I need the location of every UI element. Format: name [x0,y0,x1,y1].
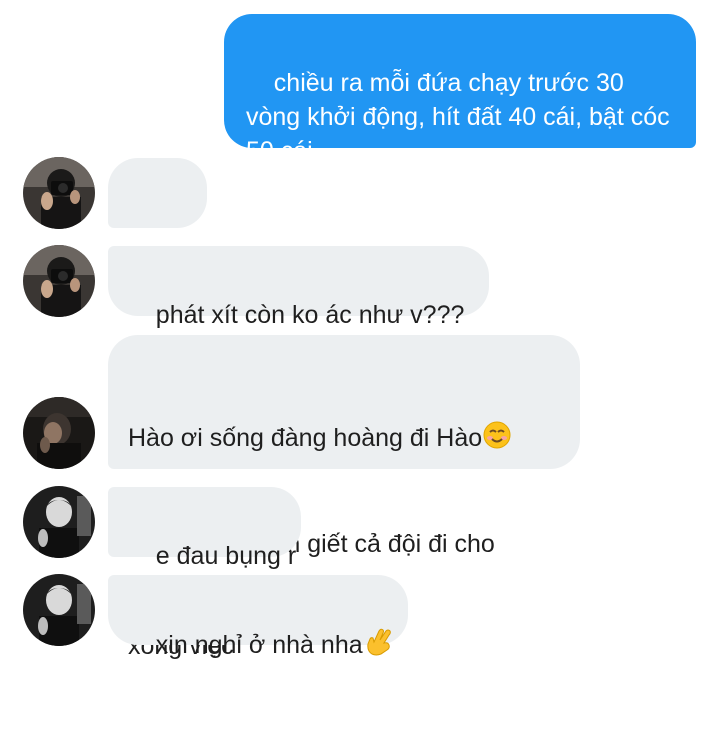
incoming-message-bubble[interactable]: xin nghỉ ở nhà nha [108,575,408,659]
incoming-message-line: Hào ơi sống đàng hoàng đi Hào [128,420,580,459]
incoming-message-bubble[interactable]: phát xít còn ko ác như v??? [108,246,489,329]
incoming-message-text: e đau bụng r [155,542,297,570]
camera-man-avatar[interactable] [23,245,95,317]
incoming-message-bubble[interactable]: Hào ơi sống đàng hoàng đi Hào dcmm thế t… [108,335,580,660]
crossed-fingers-emoji [363,627,393,666]
incoming-message-text: Hào ơi sống đàng hoàng đi Hào [128,424,483,452]
outgoing-message-bubble[interactable]: chiều ra mỗi đứa chạy trước 30 vòng khởi… [224,14,696,165]
chat-thread: chiều ra mỗi đứa chạy trước 30 vòng khởi… [0,0,718,660]
camera-man-avatar[interactable] [23,157,95,229]
smiling-face-emoji [482,420,512,459]
incoming-message-bubble[interactable]: ???? [108,158,207,275]
incoming-message-text: phát xít còn ko ác như v??? [155,301,465,329]
monochrome-man-avatar[interactable] [23,486,95,558]
monochrome-man-avatar[interactable] [23,574,95,646]
outgoing-message-text: chiều ra mỗi đứa chạy trước 30 vòng khởi… [246,69,677,165]
incoming-message-text: xin nghỉ ở nhà nha [155,631,363,659]
incoming-message-bubble[interactable]: e đau bụng r [108,487,301,570]
dark-portrait-avatar[interactable] [23,397,95,469]
